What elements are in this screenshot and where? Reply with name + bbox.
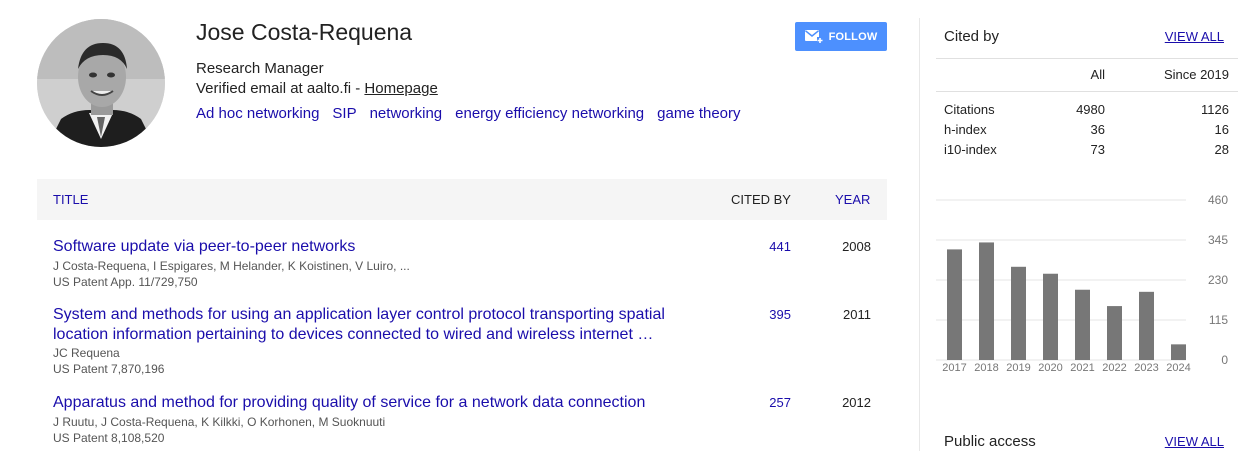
stats-row: Citations 4980 1126: [936, 102, 1229, 120]
x-tick-label: 2021: [1070, 362, 1094, 374]
article-title[interactable]: Apparatus and method for providing quali…: [53, 393, 693, 413]
homepage-link[interactable]: Homepage: [364, 80, 437, 97]
stat-all: 4980: [1076, 102, 1105, 117]
x-tick-label: 2020: [1038, 362, 1062, 374]
article-authors: JC Requena: [53, 346, 120, 360]
mail-plus-icon: [804, 29, 823, 43]
chart-bar-2019[interactable]: [1011, 266, 1026, 360]
sort-by-year[interactable]: YEAR: [835, 192, 870, 207]
follow-button[interactable]: FOLLOW: [795, 22, 887, 51]
divider: [936, 91, 1238, 92]
article-title-line[interactable]: Software update via peer-to-peer network…: [53, 238, 355, 255]
x-tick-label: 2024: [1166, 362, 1190, 374]
article-year: 2008: [842, 239, 871, 254]
stat-since: 28: [1214, 142, 1229, 157]
avatar: [37, 19, 165, 147]
stat-all: 36: [1090, 122, 1105, 137]
x-tick-label: 2023: [1134, 362, 1158, 374]
citations-bar-chart: 460 345 230 115 0 2017 2018 2019 2020 2021 2022 202…: [936, 193, 1228, 374]
y-tick-label: 345: [1208, 233, 1228, 247]
stat-label: h-index: [944, 122, 987, 137]
y-tick-label: 230: [1208, 273, 1228, 287]
interest-link[interactable]: energy efficiency networking: [455, 105, 644, 122]
email-text: Verified email at aalto.fi -: [196, 80, 365, 97]
y-tick-label: 115: [1209, 313, 1228, 327]
sort-by-title[interactable]: TITLE: [53, 192, 88, 207]
stat-label: i10-index: [944, 142, 997, 157]
col-all: All: [1090, 67, 1105, 82]
follow-label: FOLLOW: [828, 30, 878, 43]
x-tick-label: 2017: [942, 362, 966, 374]
article-venue: US Patent 7,870,196: [53, 362, 165, 376]
article-title[interactable]: Software update via peer-to-peer network…: [53, 237, 693, 257]
stats-row: i10-index 73 28: [936, 142, 1229, 160]
y-tick-label: 460: [1208, 193, 1228, 207]
chart-bar-2022[interactable]: [1107, 306, 1122, 360]
interest-link[interactable]: SIP: [332, 105, 356, 122]
interest-link[interactable]: networking: [370, 105, 443, 122]
col-since: Since 2019: [1163, 67, 1229, 82]
x-tick-label: 2019: [1006, 362, 1030, 374]
y-tick-label: 0: [1221, 353, 1228, 367]
chart-bar-2021[interactable]: [1075, 289, 1090, 360]
article-year: 2012: [842, 395, 871, 410]
stat-all: 73: [1090, 142, 1105, 157]
profile-name: Jose Costa-Requena: [196, 19, 413, 45]
article-authors: J Ruutu, J Costa-Requena, K Kilkki, O Ko…: [53, 415, 386, 429]
profile-affiliation: Research Manager: [196, 60, 324, 77]
chart-bar-2023[interactable]: [1139, 291, 1154, 360]
stat-since: 16: [1214, 122, 1229, 137]
profile-photo: [37, 19, 165, 147]
chart-bar-2018[interactable]: [979, 242, 994, 360]
article-title-line[interactable]: location information pertaining to devic…: [53, 326, 653, 343]
articles-table-header: TITLE CITED BY YEAR: [37, 179, 887, 220]
article-venue: US Patent App. 11/729,750: [53, 275, 198, 289]
public-access-heading: Public access: [944, 433, 1036, 450]
x-tick-label: 2018: [974, 362, 998, 374]
article-title[interactable]: System and methods for using an applicat…: [53, 305, 693, 345]
cited-by-heading: Cited by: [944, 28, 1000, 45]
chart-bar-2017[interactable]: [947, 249, 962, 360]
article-venue: US Patent 8,108,520: [53, 431, 165, 445]
profile-email: Verified email at aalto.fi - Homepage: [196, 80, 438, 97]
chart-bar-2024[interactable]: [1171, 344, 1186, 360]
article-title-line[interactable]: Apparatus and method for providing quali…: [53, 394, 645, 411]
stat-label: Citations: [944, 102, 995, 117]
chart-bar-2020[interactable]: [1043, 273, 1058, 360]
cited-by-view-all[interactable]: VIEW ALL: [1165, 29, 1224, 44]
stats-header: All Since 2019: [936, 67, 1229, 85]
column-divider: [919, 18, 920, 451]
interest-link[interactable]: game theory: [657, 105, 740, 122]
stats-row: h-index 36 16: [936, 122, 1229, 140]
stat-since: 1126: [1201, 102, 1229, 117]
article-cited-by[interactable]: 395: [737, 307, 791, 322]
x-tick-label: 2022: [1102, 362, 1126, 374]
divider: [936, 58, 1238, 59]
article-cited-by[interactable]: 257: [737, 395, 791, 410]
interest-link[interactable]: Ad hoc networking: [196, 105, 319, 122]
interests-list: Ad hoc networking SIP networking energy eff…: [196, 105, 754, 122]
article-year: 2011: [843, 307, 871, 322]
public-access-view-all[interactable]: VIEW ALL: [1165, 434, 1224, 449]
article-title-line[interactable]: System and methods for using an applicat…: [53, 306, 665, 323]
cited-by-header: CITED BY: [731, 192, 791, 207]
article-cited-by[interactable]: 441: [737, 239, 791, 254]
article-authors: J Costa-Requena, I Espigares, M Helander…: [53, 259, 410, 273]
